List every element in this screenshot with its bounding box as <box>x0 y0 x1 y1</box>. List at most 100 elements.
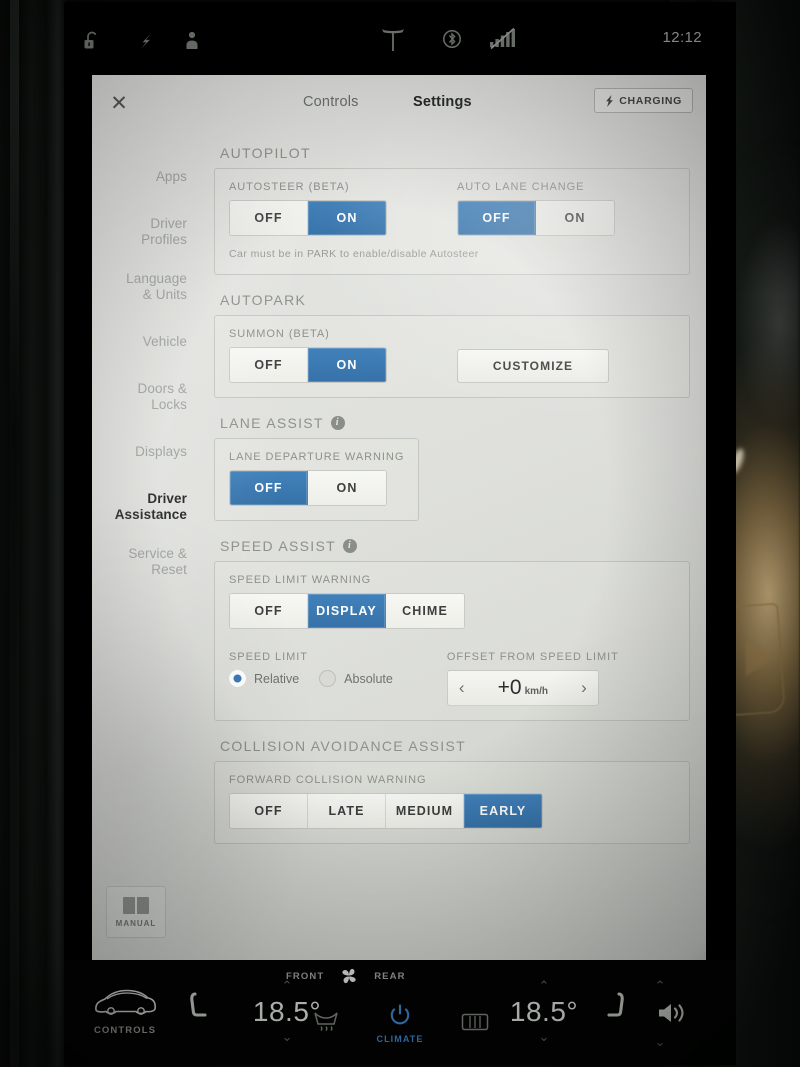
summon-toggle[interactable]: OFF ON <box>229 347 387 383</box>
auto-lane-change-toggle[interactable]: OFF ON <box>457 200 615 236</box>
offset-stepper[interactable]: ‹ +0 km/h › <box>446 670 599 706</box>
bluetooth-icon[interactable] <box>443 28 461 50</box>
fcw-option-late[interactable]: LATE <box>308 794 386 828</box>
sidebar-item-driver-profiles[interactable]: Driver Profiles <box>92 204 200 259</box>
charging-label: CHARGING <box>619 94 682 107</box>
climate-power-button[interactable]: CLIMATE <box>364 1003 436 1044</box>
rear-defrost-button[interactable] <box>460 1012 490 1037</box>
left-seat-heater-button[interactable] <box>186 991 210 1030</box>
section-label: AUTOPARK <box>220 292 307 308</box>
volume-button[interactable] <box>656 1000 686 1031</box>
section-title-autopilot: AUTOPILOT <box>220 145 690 161</box>
summon-label: SUMMON (BETA) <box>229 328 330 340</box>
tab-controls[interactable]: Controls <box>303 94 359 110</box>
autopark-row: SUMMON (BETA) OFF ON CUSTOMIZE <box>229 328 675 383</box>
forward-collision-warning-label: FORWARD COLLISION WARNING <box>229 774 427 786</box>
unlock-icon[interactable] <box>82 30 102 52</box>
tab-settings[interactable]: Settings <box>413 94 472 110</box>
collision-avoidance-card: FORWARD COLLISION WARNING OFF LATE MEDIU… <box>214 761 690 844</box>
close-icon[interactable]: ✕ <box>104 89 134 119</box>
sidebar-item-doors-locks[interactable]: Doors & Locks <box>92 369 200 424</box>
settings-sidebar: Apps Driver Profiles Language & Units Ve… <box>92 131 200 960</box>
fcw-option-medium[interactable]: MEDIUM <box>386 794 464 828</box>
chevron-down-icon[interactable]: ⌄ <box>640 1034 680 1050</box>
sidebar-item-language-units[interactable]: Language & Units <box>92 259 200 314</box>
sidebar-item-driver-assistance[interactable]: Driver Assistance <box>92 479 200 534</box>
fcw-option-early[interactable]: EARLY <box>464 794 542 828</box>
book-icon <box>123 896 149 914</box>
chevron-right-icon[interactable]: › <box>581 678 587 698</box>
front-label[interactable]: FRONT <box>286 971 324 982</box>
section-label: COLLISION AVOIDANCE ASSIST <box>220 738 466 754</box>
seat-heater-icon <box>190 992 207 1017</box>
charging-bolt-icon[interactable] <box>136 31 156 51</box>
charging-status-badge[interactable]: CHARGING <box>594 88 693 113</box>
chevron-down-icon[interactable]: ⌄ <box>489 1029 599 1045</box>
ldw-option-on[interactable]: ON <box>308 471 386 505</box>
air-vent-arrow <box>746 640 776 676</box>
autosteer-option-on[interactable]: ON <box>308 201 386 235</box>
front-rear-fan-group: FRONT REAR <box>286 966 406 986</box>
slw-option-chime[interactable]: CHIME <box>386 594 464 628</box>
offset-label: OFFSET FROM SPEED LIMIT <box>446 651 619 663</box>
auto-lane-change-option-off[interactable]: OFF <box>458 201 536 235</box>
speed-limit-radios: Relative Absolute <box>229 670 393 687</box>
front-defrost-button[interactable] <box>312 1010 340 1037</box>
sidebar-item-label: Driver <box>150 215 187 231</box>
ldw-option-off[interactable]: OFF <box>230 471 308 505</box>
lane-departure-warning-label: LANE DEPARTURE WARNING <box>229 451 405 463</box>
volume-icon <box>659 1004 684 1022</box>
rear-defrost-icon <box>461 1013 489 1031</box>
section-title-autopark: AUTOPARK <box>220 292 690 308</box>
summon-option-off[interactable]: OFF <box>230 348 308 382</box>
climate-bar: CONTROLS ⌃ 18.5° ⌄ FRONT REAR CLIMATE ⌃ … <box>64 960 736 1065</box>
panel-body: Apps Driver Profiles Language & Units Ve… <box>92 131 706 960</box>
auto-lane-change-option-on[interactable]: ON <box>536 201 614 235</box>
controls-label: CONTROLS <box>93 1025 157 1036</box>
sidebar-item-label: Driver <box>147 490 187 506</box>
customize-button[interactable]: CUSTOMIZE <box>457 349 609 383</box>
autosteer-option-off[interactable]: OFF <box>230 201 308 235</box>
slw-option-off[interactable]: OFF <box>230 594 308 628</box>
manual-button[interactable]: MANUAL <box>106 886 166 938</box>
autosteer-toggle[interactable]: OFF ON <box>229 200 387 236</box>
summon-option-on[interactable]: ON <box>308 348 386 382</box>
radio-label: Relative <box>254 671 300 686</box>
chevron-left-icon[interactable]: ‹ <box>459 678 465 698</box>
autopark-card: SUMMON (BETA) OFF ON CUSTOMIZE <box>214 315 690 398</box>
photo-frame: 12:12 ✕ Controls Settings CHARGING Apps … <box>0 0 800 1067</box>
forward-collision-warning-toggle[interactable]: OFF LATE MEDIUM EARLY <box>229 793 543 829</box>
sidebar-item-label: Language <box>126 270 187 286</box>
speed-limit-radio-relative[interactable]: Relative <box>229 670 299 687</box>
section-title-collision-avoidance: COLLISION AVOIDANCE ASSIST <box>220 738 690 754</box>
chevron-up-icon[interactable]: ⌃ <box>640 978 680 994</box>
controls-button[interactable]: CONTROLS <box>86 986 164 1036</box>
rear-label[interactable]: REAR <box>374 971 405 982</box>
lane-departure-warning-toggle[interactable]: OFF ON <box>229 470 387 506</box>
radio-dot-selected <box>229 670 246 687</box>
front-defrost-icon <box>314 1012 338 1031</box>
sidebar-item-apps[interactable]: Apps <box>92 149 200 204</box>
speed-limit-warning-group: SPEED LIMIT WARNING OFF DISPLAY CHIME <box>229 574 675 629</box>
driver-profile-icon[interactable] <box>183 30 201 51</box>
right-temp-control[interactable]: ⌃ 18.5° ⌄ <box>489 978 599 1045</box>
sidebar-item-service-reset[interactable]: Service & Reset <box>92 534 200 589</box>
cellular-signal-off-icon[interactable] <box>488 27 518 51</box>
fcw-option-off[interactable]: OFF <box>230 794 308 828</box>
info-icon[interactable]: i <box>330 416 345 430</box>
section-label: LANE ASSIST <box>220 415 324 431</box>
summon-group: SUMMON (BETA) OFF ON <box>229 328 387 383</box>
autopilot-card: AUTOSTEER (BETA) OFF ON AUTO LANE CHANGE <box>214 168 690 275</box>
sidebar-item-vehicle[interactable]: Vehicle <box>92 314 200 369</box>
sidebar-item-label: Doors & <box>137 380 187 396</box>
speed-limit-warning-toggle[interactable]: OFF DISPLAY CHIME <box>229 593 465 629</box>
speed-limit-radio-absolute[interactable]: Absolute <box>319 670 393 687</box>
sidebar-item-label: Profiles <box>141 231 187 247</box>
fan-icon[interactable] <box>338 966 360 986</box>
right-seat-heater-button[interactable] <box>604 991 628 1030</box>
info-icon[interactable]: i <box>342 539 357 553</box>
slw-option-display[interactable]: DISPLAY <box>308 594 386 628</box>
sidebar-item-displays[interactable]: Displays <box>92 424 200 479</box>
chevron-up-icon[interactable]: ⌃ <box>489 978 599 994</box>
